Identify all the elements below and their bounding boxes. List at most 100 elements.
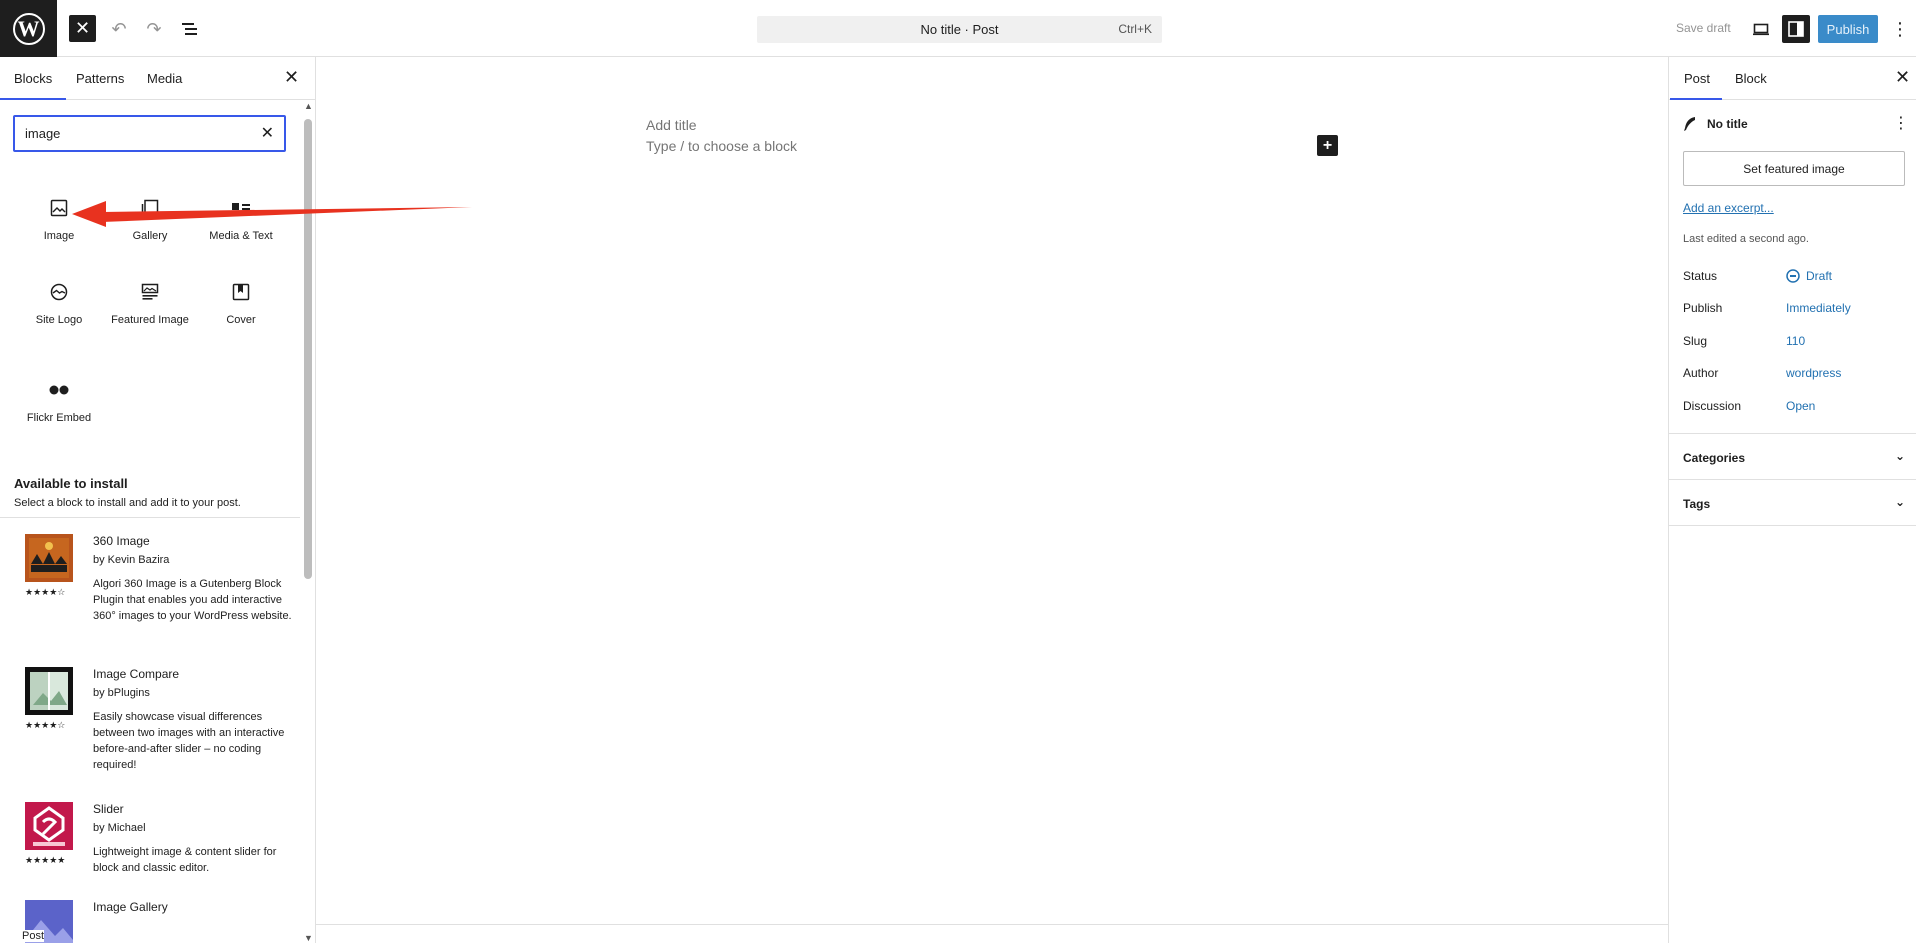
available-to-install-subtitle: Select a block to install and add it to …	[14, 497, 241, 509]
panel-tags[interactable]: Tags ⌄	[1683, 495, 1905, 511]
block-label: Site Logo	[35, 314, 83, 326]
block-search-input[interactable]	[25, 126, 245, 141]
block-label: Cover	[226, 314, 256, 326]
block-item-flickr-embed[interactable]: Flickr Embed	[14, 379, 104, 425]
status-value-button[interactable]: Draft	[1786, 269, 1832, 283]
publish-button[interactable]: Publish	[1818, 15, 1878, 43]
settings-sidebar: Post Block ✕ No title ⋮ Set featured ima…	[1668, 57, 1916, 943]
media-text-icon	[196, 197, 286, 219]
plugin-author: by Michael	[93, 822, 146, 834]
settings-toggle-button[interactable]	[1782, 15, 1810, 43]
block-label: Flickr Embed	[26, 412, 92, 424]
close-inserter-icon[interactable]: ✕	[284, 67, 299, 88]
command-palette-bar[interactable]: No title · Post Ctrl+K	[757, 16, 1162, 43]
plugin-author: by Kevin Bazira	[93, 554, 170, 566]
plus-icon: +	[1322, 136, 1333, 154]
results-divider	[0, 517, 300, 518]
plugin-description: Easily showcase visual differences betwe…	[93, 711, 285, 771]
featured-image-icon	[105, 281, 195, 303]
block-item-gallery[interactable]: Gallery	[105, 197, 195, 243]
last-edited-text: Last edited a second ago.	[1683, 233, 1809, 245]
meta-label: Author	[1683, 366, 1719, 380]
image-icon	[14, 197, 104, 219]
tab-block[interactable]: Block	[1735, 71, 1767, 86]
plugin-rating: ★★★★☆	[25, 587, 66, 597]
more-vertical-icon: ⋮	[1891, 18, 1909, 39]
chevron-down-icon: ⌄	[1894, 495, 1905, 509]
block-label: Featured Image	[111, 314, 189, 326]
panel-title: Tags	[1683, 497, 1711, 511]
redo-icon: ↷	[146, 18, 162, 39]
redo-button[interactable]: ↷	[140, 15, 168, 43]
post-summary-title: No title	[1683, 116, 1748, 132]
plugin-name: 360 Image	[93, 534, 150, 548]
sidebar-divider	[1669, 525, 1916, 526]
tab-blocks[interactable]: Blocks	[0, 71, 67, 100]
draft-status-icon	[1786, 269, 1800, 283]
author-button[interactable]: wordpress	[1786, 366, 1841, 380]
post-title-placeholder[interactable]: Add title	[646, 117, 697, 133]
tab-media[interactable]: Media	[147, 71, 182, 86]
block-appender-placeholder[interactable]: Type / to choose a block	[646, 138, 797, 154]
list-view-icon	[182, 23, 197, 35]
status-value: Draft	[1806, 269, 1833, 283]
editor-header: W ✕ ↶ ↷ No title · Post Ctrl+K Save draf…	[0, 0, 1916, 57]
clear-search-icon[interactable]: ✕	[261, 123, 274, 143]
flickr-icon	[14, 379, 104, 401]
meta-label: Publish	[1683, 301, 1723, 315]
chevron-down-icon: ⌄	[1894, 449, 1905, 463]
block-item-cover[interactable]: Cover	[196, 281, 286, 327]
preview-button[interactable]	[1747, 15, 1775, 43]
block-label: Media & Text	[209, 230, 273, 242]
add-excerpt-link[interactable]: Add an excerpt...	[1683, 201, 1774, 215]
set-featured-image-button[interactable]: Set featured image	[1683, 151, 1905, 186]
sidebar-icon	[1788, 21, 1804, 37]
document-overview-button[interactable]	[177, 15, 205, 43]
tab-patterns[interactable]: Patterns	[76, 71, 124, 86]
save-draft-button[interactable]: Save draft	[1676, 21, 1731, 35]
wordpress-logo-button[interactable]: W	[0, 0, 57, 57]
block-item-featured-image[interactable]: Featured Image	[105, 281, 195, 327]
wordpress-logo-icon: W	[12, 12, 45, 45]
discussion-button[interactable]: Open	[1786, 399, 1815, 413]
undo-icon: ↶	[111, 18, 127, 39]
scroll-down-icon[interactable]: ▼	[304, 933, 313, 943]
options-menu-button[interactable]: ⋮	[1886, 15, 1914, 43]
plugin-name: Slider	[93, 802, 124, 816]
scrollbar-thumb[interactable]	[304, 119, 312, 579]
panel-categories[interactable]: Categories ⌄	[1683, 449, 1905, 465]
meta-label: Slug	[1683, 334, 1708, 348]
sidebar-divider	[1669, 433, 1916, 434]
plugin-rating: ★★★★★	[25, 855, 66, 865]
panel-title: Categories	[1683, 451, 1746, 465]
plugin-name: Image Compare	[93, 667, 180, 681]
post-actions-more-icon[interactable]: ⋮	[1893, 113, 1909, 133]
document-title: No title · Post	[920, 22, 999, 37]
site-logo-icon	[14, 281, 104, 303]
block-item-site-logo[interactable]: Site Logo	[14, 281, 104, 327]
post-title-text: No title	[1707, 117, 1748, 131]
plugin-thumbnail-slider	[25, 802, 73, 850]
add-block-button[interactable]: +	[1317, 135, 1338, 156]
block-search-field[interactable]: ✕	[13, 115, 286, 152]
scroll-up-icon[interactable]: ▲	[304, 101, 313, 111]
block-item-image[interactable]: Image	[14, 197, 104, 243]
sidebar-tabs: Post Block ✕	[1669, 57, 1916, 100]
available-to-install-heading: Available to install	[14, 476, 128, 491]
undo-button[interactable]: ↶	[105, 15, 133, 43]
slug-button[interactable]: 110	[1786, 334, 1805, 348]
publish-date-button[interactable]: Immediately	[1786, 301, 1851, 315]
block-breadcrumb[interactable]: Post	[22, 930, 45, 942]
inserter-scrollbar[interactable]: ▲ ▼	[302, 101, 314, 943]
sidebar-divider	[1669, 479, 1916, 480]
plugin-thumbnail-compare	[25, 667, 73, 715]
post-feather-icon	[1684, 117, 1695, 131]
close-sidebar-icon[interactable]: ✕	[1895, 67, 1910, 88]
tab-post[interactable]: Post	[1669, 71, 1723, 100]
plugin-author: by bPlugins	[93, 687, 150, 699]
plugin-thumbnail-360	[25, 534, 73, 582]
editor-canvas[interactable]: Add title Type / to choose a block +	[316, 57, 1668, 925]
block-item-media-text[interactable]: Media & Text	[196, 197, 286, 243]
command-shortcut: Ctrl+K	[1118, 22, 1152, 36]
close-inserter-button[interactable]: ✕	[69, 15, 96, 42]
